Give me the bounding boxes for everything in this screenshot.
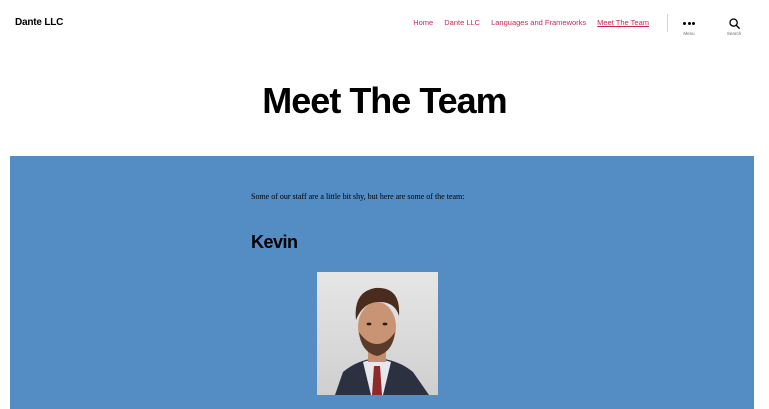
ellipsis-icon: [671, 16, 707, 30]
header-divider: [667, 14, 668, 32]
menu-toggle-button[interactable]: Menu: [671, 16, 707, 36]
primary-nav: Home Dante LLC Languages and Frameworks …: [413, 18, 649, 27]
search-toggle-button[interactable]: Search: [716, 16, 752, 36]
site-title-link[interactable]: Dante LLC: [15, 17, 63, 28]
nav-item-dante-llc[interactable]: Dante LLC: [444, 18, 480, 27]
search-icon: [716, 16, 752, 30]
nav-item-home[interactable]: Home: [413, 18, 433, 27]
nav-item-languages-frameworks[interactable]: Languages and Frameworks: [491, 18, 586, 27]
member-photo: [317, 272, 438, 395]
member-name: Kevin: [251, 232, 298, 252]
search-toggle-label: Search: [726, 31, 742, 36]
nav-item-meet-the-team[interactable]: Meet The Team: [597, 18, 649, 27]
intro-text: Some of our staff are a little bit shy, …: [251, 192, 465, 201]
team-content-section: Some of our staff are a little bit shy, …: [10, 156, 754, 409]
menu-toggle-label: Menu: [683, 31, 695, 36]
site-header: Dante LLC Home Dante LLC Languages and F…: [0, 0, 769, 48]
page-title: Meet The Team: [262, 80, 507, 121]
